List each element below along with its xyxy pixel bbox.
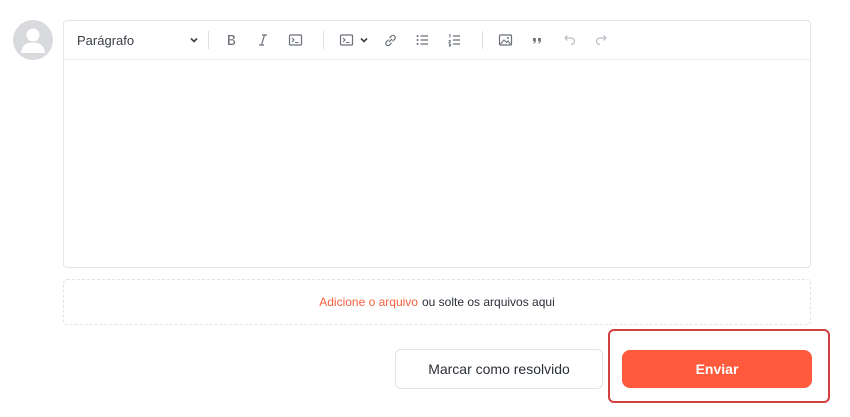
chevron-down-icon[interactable] [359, 35, 369, 45]
avatar [13, 20, 53, 60]
italic-button[interactable] [250, 27, 276, 53]
send-button[interactable]: Enviar [622, 350, 812, 388]
redo-button[interactable] [588, 27, 614, 53]
undo-icon [563, 35, 575, 46]
bold-icon [228, 35, 236, 45]
add-file-link[interactable]: Adicione o arquivo [319, 295, 418, 309]
numbered-list-button[interactable] [441, 27, 467, 53]
mark-resolved-button[interactable]: Marcar como resolvido [395, 349, 603, 389]
numbered-list-icon [447, 33, 460, 47]
undo-button[interactable] [556, 27, 582, 53]
paragraph-format-label: Parágrafo [77, 32, 135, 48]
file-dropzone[interactable]: Adicione o arquivo ou solte os arquivos … [63, 279, 811, 325]
bulleted-list-button[interactable] [409, 27, 435, 53]
bulleted-list-icon [416, 35, 428, 45]
redo-icon [595, 35, 607, 46]
dropzone-hint: ou solte os arquivos aqui [421, 295, 555, 309]
chevron-down-icon [190, 37, 198, 43]
image-button[interactable] [492, 27, 518, 53]
image-icon [498, 34, 512, 46]
editor-toolbar: Parágrafo [64, 21, 810, 60]
code-block-icon [339, 34, 353, 46]
toolbar-separator [208, 31, 209, 49]
toolbar-separator [323, 31, 324, 49]
code-button[interactable] [282, 27, 308, 53]
quote-icon [533, 38, 541, 44]
rich-text-editor: Parágrafo [63, 20, 811, 268]
user-avatar-icon [21, 28, 45, 53]
link-button[interactable] [377, 27, 403, 53]
code-block-button[interactable] [333, 27, 359, 53]
bold-button[interactable] [218, 27, 244, 53]
toolbar-separator [482, 31, 483, 49]
italic-icon [259, 34, 267, 46]
editor-content-area[interactable] [64, 61, 810, 267]
link-icon [384, 34, 396, 46]
paragraph-format-select[interactable]: Parágrafo [77, 28, 199, 52]
quote-button[interactable] [524, 27, 550, 53]
code-icon [288, 34, 302, 46]
